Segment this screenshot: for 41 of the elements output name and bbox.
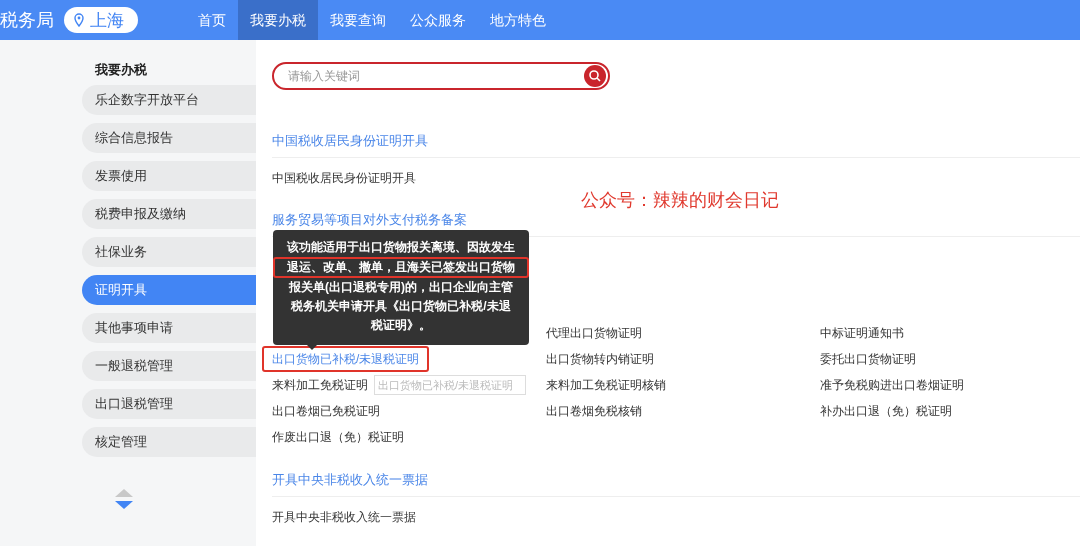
location-pin-icon: [74, 13, 84, 27]
sidebar-item[interactable]: 一般退税管理: [82, 351, 256, 381]
tooltip-text: 税证明》。: [370, 317, 432, 334]
sidebar-item[interactable]: 综合信息报告: [82, 123, 256, 153]
service-link[interactable]: 出口货物转内销证明: [546, 349, 654, 369]
service-link[interactable]: 出口货物已补税/未退税证明: [262, 346, 430, 372]
tooltip-text: 税务机关申请开具《出口货物已补税/未退: [290, 298, 512, 315]
nav-tab[interactable]: 我要办税: [238, 0, 318, 40]
sidebar-item[interactable]: 税费申报及缴纳: [82, 199, 256, 229]
sidebar-item[interactable]: 发票使用: [82, 161, 256, 191]
search-icon[interactable]: [584, 65, 606, 87]
search-input[interactable]: 请输入关键词: [286, 68, 584, 84]
service-link[interactable]: 出口卷烟免税核销: [546, 401, 642, 421]
section-heading[interactable]: 中国税收居民身份证明开具: [272, 131, 1080, 158]
service-link[interactable]: 出口卷烟已免税证明: [272, 401, 380, 421]
service-link[interactable]: 中标证明通知书: [820, 323, 904, 343]
service-link[interactable]: 开具中央非税收入统一票据: [272, 507, 416, 527]
tooltip-text: 该功能适用于出口货物报关离境、因故发生: [286, 239, 516, 256]
service-link[interactable]: 补办出口退（免）税证明: [820, 401, 952, 421]
location-selector[interactable]: 上海: [64, 7, 138, 33]
service-link[interactable]: 准予免税购进出口卷烟证明: [820, 375, 964, 395]
service-link[interactable]: 来料加工免税证明: [272, 375, 368, 395]
sidebar-item[interactable]: 其他事项申请: [82, 313, 256, 343]
sidebar-item[interactable]: 出口退税管理: [82, 389, 256, 419]
service-link[interactable]: 代理出口货物证明: [546, 323, 642, 343]
service-link[interactable]: 委托出口货物证明: [820, 349, 916, 369]
section-heading[interactable]: 开具中央非税收入统一票据: [272, 470, 1080, 497]
service-link[interactable]: 来料加工免税证明核销: [546, 375, 666, 395]
search-field[interactable]: 请输入关键词: [272, 62, 610, 90]
service-link[interactable]: 中国税收居民身份证明开具: [272, 168, 416, 188]
sidebar-item[interactable]: 证明开具: [82, 275, 256, 305]
sidebar-item[interactable]: 核定管理: [82, 427, 256, 457]
site-title: 税务局: [0, 9, 54, 32]
tooltip-text: 报关单(出口退税专用)的，出口企业向主管: [288, 279, 514, 296]
service-link[interactable]: 作废出口退（免）税证明: [272, 427, 404, 447]
sidebar-item[interactable]: 乐企数字开放平台: [82, 85, 256, 115]
annotation-caption: 公众号：辣辣的财会日记: [581, 189, 779, 212]
tooltip-text: 退运、改单、撤单，且海关已签发出口货物: [273, 257, 529, 278]
scroll-down-icon[interactable]: [115, 501, 133, 509]
sidebar-title: 我要办税: [95, 61, 148, 79]
sidebar-item[interactable]: 社保业务: [82, 237, 256, 267]
